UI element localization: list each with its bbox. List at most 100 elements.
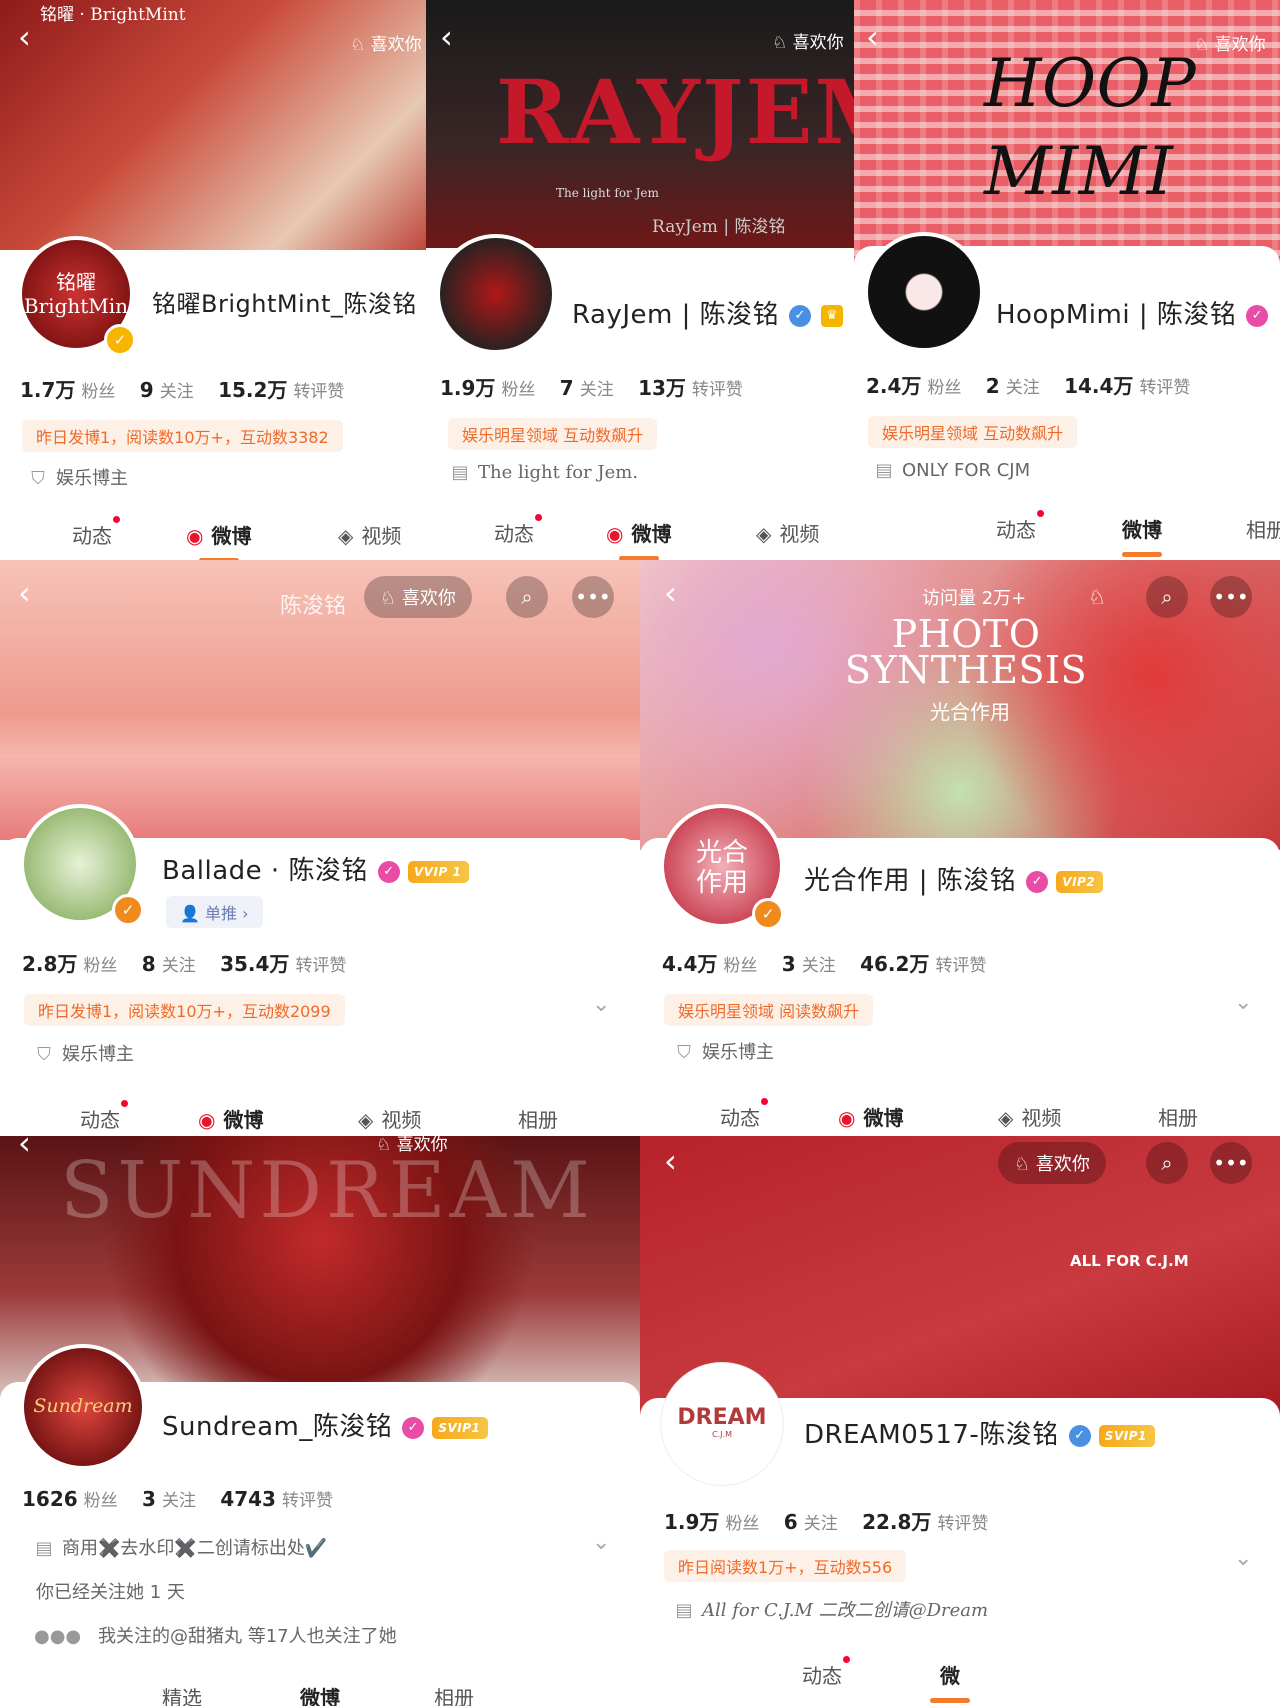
search-icon[interactable]: ⌕ [1146, 576, 1188, 618]
back-icon[interactable]: ‹ [440, 18, 453, 56]
back-icon[interactable]: ‹ [18, 1136, 31, 1162]
tab-dynamic[interactable]: 动态 [494, 514, 542, 547]
banner-title: RAYJEM [496, 60, 854, 164]
like-icon: ♘ [1194, 35, 1210, 55]
follow-count[interactable]: 3 [782, 952, 796, 976]
sub-button[interactable]: 👤 单推 › [166, 896, 263, 928]
tab-weibo[interactable]: 微 [930, 1660, 970, 1703]
vip-badge[interactable]: VIP2 [1056, 870, 1104, 893]
tab-weibo[interactable]: ◉ 微博 [198, 1104, 263, 1133]
tab-dynamic[interactable]: 动态 [72, 516, 120, 549]
follow-count[interactable]: 3 [142, 1487, 156, 1511]
fans-count[interactable]: 1.9万 [664, 1510, 719, 1534]
fans-count[interactable]: 1626 [22, 1487, 78, 1511]
banner-title: SUNDREAM [60, 1146, 594, 1236]
activity-tag[interactable]: 昨日发博1，阅读数10万+，互动数3382 [22, 420, 343, 452]
like-button[interactable]: ♘ 喜欢你 [998, 1142, 1106, 1184]
search-icon[interactable]: ⌕ [506, 576, 548, 618]
tab-video[interactable]: ◈ 视频 [998, 1102, 1061, 1131]
like-button[interactable]: ♘ 喜欢你 [364, 576, 472, 618]
unread-dot [121, 1100, 128, 1107]
tab-dynamic[interactable]: 动态 [80, 1100, 128, 1133]
like-button[interactable]: ♘ 喜欢你 [350, 30, 422, 55]
follow-count[interactable]: 8 [142, 952, 156, 976]
verified-pink-icon: ✓ [1026, 870, 1049, 893]
back-icon[interactable]: ‹ [866, 18, 879, 56]
follow-count[interactable]: 7 [560, 376, 574, 400]
activity-tag[interactable]: 昨日阅读数1万+，互动数556 [664, 1550, 907, 1582]
verified-blue-icon: ✓ [1068, 1424, 1091, 1447]
like-button[interactable]: ♘ 喜欢你 [1194, 30, 1266, 55]
back-icon[interactable]: ‹ [18, 574, 31, 612]
avatar[interactable]: Sundream [20, 1344, 146, 1470]
mutual-followers[interactable]: ●●● 我关注的@甜猪丸 等17人也关注了她 [34, 1622, 397, 1648]
fans-count[interactable]: 4.4万 [662, 952, 717, 976]
tab-album[interactable]: 相册 [434, 1682, 474, 1706]
like-button[interactable]: ♘ 喜欢你 [376, 1136, 448, 1155]
like-icon[interactable]: ♘ [1076, 576, 1118, 618]
verified-badge-icon: ✓ [104, 324, 136, 356]
fans-count[interactable]: 1.7万 [20, 378, 75, 402]
search-icon[interactable]: ⌕ [1146, 1142, 1188, 1184]
bio-text: The light for Jem. [478, 462, 639, 483]
fans-count[interactable]: 1.9万 [440, 376, 495, 400]
chevron-down-icon[interactable]: ⌄ [1234, 1546, 1252, 1571]
avatar[interactable] [436, 234, 556, 354]
tab-dynamic[interactable]: 动态 [720, 1098, 768, 1131]
chevron-down-icon[interactable]: ⌄ [592, 992, 610, 1017]
chevron-down-icon[interactable]: ⌄ [1234, 990, 1252, 1015]
fans-count[interactable]: 2.8万 [22, 952, 77, 976]
avatar[interactable] [864, 232, 984, 352]
banner-text: ALL FOR C.J.M [1070, 1252, 1189, 1270]
more-icon[interactable]: ••• [1210, 576, 1252, 618]
follow-count[interactable]: 6 [784, 1510, 798, 1534]
tab-video[interactable]: ◈ 视频 [358, 1104, 421, 1133]
banner-subtitle: 光合作用 [930, 700, 1010, 724]
tab-album[interactable]: 相册 [1246, 514, 1280, 543]
tab-dynamic[interactable]: 动态 [996, 510, 1044, 543]
fans-label: 粉丝 [83, 956, 118, 976]
unread-dot [1037, 510, 1044, 517]
profile-name: 光合作用 | 陈浚铭 ✓ VIP2 [804, 860, 1104, 897]
verified-pink-icon: ✓ [1246, 304, 1269, 327]
tab-dynamic[interactable]: 动态 [802, 1656, 850, 1689]
vip-badge[interactable]: VVIP 1 [407, 860, 470, 883]
avatar[interactable]: DREAM C.J.M [660, 1362, 784, 1486]
tab-album[interactable]: 相册 [518, 1104, 558, 1133]
tab-weibo[interactable]: ◉ 微博 [838, 1102, 903, 1131]
profile-panel-hoopmimi: ‹ HOOP MIMI ♘ 喜欢你 HoopMimi | 陈浚铭 ✓ 2.4万 粉丝… [854, 0, 1280, 560]
like-button[interactable]: ♘ 喜欢你 [772, 28, 844, 53]
back-icon[interactable]: ‹ [664, 1142, 677, 1180]
activity-tag[interactable]: 娱乐明星领域 互动数飙升 [448, 418, 658, 450]
back-icon[interactable]: ‹ [18, 18, 31, 56]
tab-weibo[interactable]: ◉ 微博 [606, 518, 671, 560]
activity-tag[interactable]: 娱乐明星领域 阅读数飙升 [664, 994, 874, 1026]
activity-tag[interactable]: 娱乐明星领域 互动数飙升 [868, 416, 1078, 448]
activity-tag[interactable]: 昨日发博1，阅读数10万+，互动数2099 [24, 994, 345, 1026]
more-icon[interactable]: ••• [572, 576, 614, 618]
tab-video[interactable]: ◈ 视频 [756, 518, 819, 547]
tab-video[interactable]: ◈ 视频 [338, 520, 401, 549]
active-tab-indicator [1122, 552, 1162, 557]
fans-count[interactable]: 2.4万 [866, 374, 921, 398]
vip-badge[interactable]: SVIP1 [1098, 1424, 1155, 1447]
follow-count[interactable]: 9 [140, 378, 154, 402]
tab-featured[interactable]: 精选 [162, 1682, 202, 1706]
vip-badge[interactable]: SVIP1 [432, 1416, 489, 1439]
back-icon[interactable]: ‹ [664, 574, 677, 612]
like-icon: ♘ [1014, 1154, 1031, 1175]
like-icon: ♘ [380, 588, 397, 609]
shield-icon: ⛉ [37, 1044, 51, 1065]
chevron-down-icon[interactable]: ⌄ [592, 1530, 610, 1555]
tab-album[interactable]: 相册 [1158, 1102, 1198, 1131]
tab-weibo[interactable]: 微博 [300, 1682, 340, 1706]
tab-weibo[interactable]: ◉ 微博 [186, 520, 251, 560]
follow-count[interactable]: 2 [986, 374, 1000, 398]
verified-blue-icon: ✓ [789, 304, 812, 327]
likes-label: 转评赞 [935, 956, 987, 976]
likes-label: 转评赞 [293, 382, 345, 402]
fans-label: 粉丝 [81, 382, 116, 402]
more-icon[interactable]: ••• [1210, 1142, 1252, 1184]
follow-label: 关注 [801, 956, 836, 976]
tab-weibo[interactable]: 微博 [1122, 514, 1162, 557]
